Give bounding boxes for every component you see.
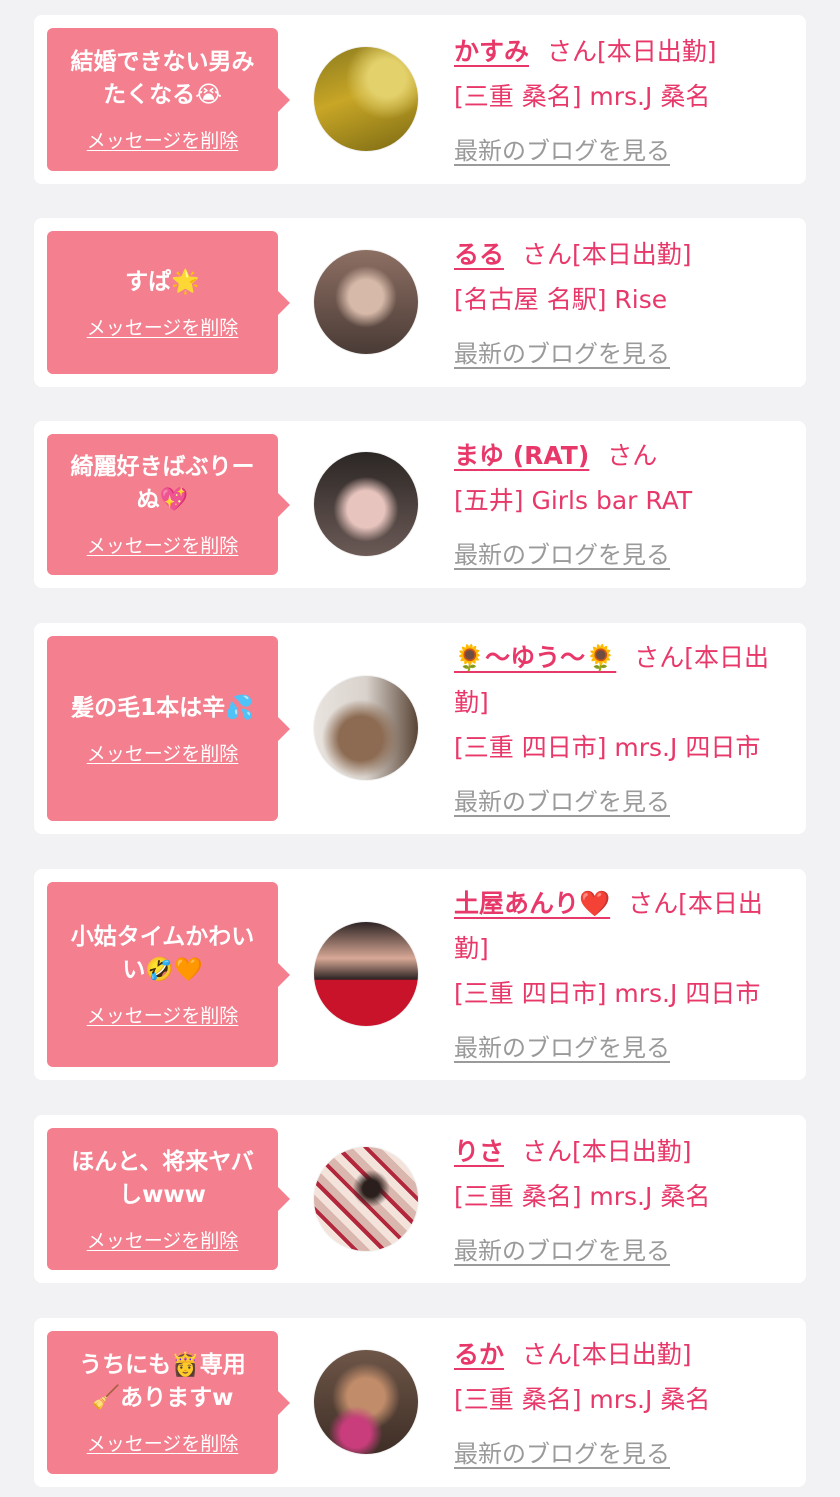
shop-location: [三重 桑名] mrs.J 桑名 bbox=[454, 82, 711, 111]
cast-name-link[interactable]: るか bbox=[454, 1340, 504, 1369]
latest-blog-link[interactable]: 最新のブログを見る bbox=[454, 1026, 670, 1071]
cast-info: りさ さん[本日出勤] [三重 桑名] mrs.J 桑名 最新のブログを見る bbox=[454, 1129, 788, 1274]
message-bubble: うちにも👸専用 🧹ありますw メッセージを削除 bbox=[47, 1331, 290, 1474]
delete-message-link[interactable]: メッセージを削除 bbox=[87, 531, 239, 558]
cast-info: 🌻〜ゆう〜🌻 さん[本日出勤] [三重 四日市] mrs.J 四日市 最新のブログ… bbox=[454, 635, 788, 825]
status-text: [本日出勤] bbox=[572, 240, 692, 269]
delete-message-link[interactable]: メッセージを削除 bbox=[87, 1226, 239, 1253]
message-text: 綺麗好きばぶりー ぬ💖 bbox=[71, 451, 255, 517]
message-line2: たくなる😭 bbox=[103, 82, 222, 108]
message-card: 綺麗好きばぶりー ぬ💖 メッセージを削除 まゆ (RAT) さん [五井] Gir… bbox=[34, 421, 806, 588]
message-text: 小姑タイムかわい い🤣🧡 bbox=[71, 921, 255, 987]
delete-message-link[interactable]: メッセージを削除 bbox=[87, 1429, 239, 1456]
shop-location: [三重 桑名] mrs.J 桑名 bbox=[454, 1385, 711, 1414]
message-card: うちにも👸専用 🧹ありますw メッセージを削除 るか さん[本日出勤] [三重 桑… bbox=[34, 1318, 806, 1487]
message-bubble: 小姑タイムかわい い🤣🧡 メッセージを削除 bbox=[47, 882, 290, 1067]
message-text: うちにも👸専用 🧹ありますw bbox=[79, 1349, 246, 1415]
honorific: さん bbox=[628, 889, 679, 918]
profile-avatar[interactable] bbox=[314, 452, 418, 556]
message-card: 髪の毛1本は辛💦 メッセージを削除 🌻〜ゆう〜🌻 さん[本日出勤] [三重 四日市… bbox=[34, 623, 806, 834]
message-text: 髪の毛1本は辛💦 bbox=[71, 692, 254, 725]
message-list: 結婚できない男み たくなる😭 メッセージを削除 かすみ さん[本日出勤] [三重 … bbox=[0, 0, 840, 1497]
delete-message-link[interactable]: メッセージを削除 bbox=[87, 1001, 239, 1028]
cast-name-link[interactable]: まゆ (RAT) bbox=[454, 441, 589, 470]
message-line1: 小姑タイムかわい bbox=[70, 924, 255, 950]
status-text: [本日出勤] bbox=[572, 1137, 692, 1166]
cast-info: かすみ さん[本日出勤] [三重 桑名] mrs.J 桑名 最新のブログを見る bbox=[454, 29, 788, 174]
cast-info: まゆ (RAT) さん [五井] Girls bar RAT 最新のブログを見る bbox=[454, 433, 788, 578]
message-bubble: すぱ🌟 メッセージを削除 bbox=[47, 231, 290, 374]
message-card: すぱ🌟 メッセージを削除 るる さん[本日出勤] [名古屋 名駅] Rise 最新… bbox=[34, 218, 806, 387]
latest-blog-link[interactable]: 最新のブログを見る bbox=[454, 129, 670, 174]
profile-avatar[interactable] bbox=[314, 676, 418, 780]
message-line1: すぱ🌟 bbox=[125, 268, 200, 295]
delete-message-link[interactable]: メッセージを削除 bbox=[87, 313, 239, 340]
message-card: 小姑タイムかわい い🤣🧡 メッセージを削除 土屋あんり❤️ さん[本日出勤] [三… bbox=[34, 869, 806, 1080]
shop-location: [三重 四日市] mrs.J 四日市 bbox=[454, 979, 761, 1008]
delete-message-link[interactable]: メッセージを削除 bbox=[87, 739, 239, 766]
message-line1: ほんと、将来ヤバ bbox=[71, 1148, 254, 1175]
honorific: さん bbox=[634, 643, 685, 672]
latest-blog-link[interactable]: 最新のブログを見る bbox=[454, 780, 670, 825]
message-line1: うちにも👸専用 bbox=[79, 1352, 246, 1378]
profile-avatar[interactable] bbox=[314, 1350, 418, 1454]
message-text: ほんと、将来ヤバ しwww bbox=[71, 1146, 254, 1212]
message-line1: 髪の毛1本は辛💦 bbox=[71, 694, 254, 721]
latest-blog-link[interactable]: 最新のブログを見る bbox=[454, 533, 670, 578]
message-line2: い🤣🧡 bbox=[122, 957, 203, 983]
cast-name-link[interactable]: かすみ bbox=[454, 37, 529, 66]
cast-info: 土屋あんり❤️ さん[本日出勤] [三重 四日市] mrs.J 四日市 最新のブロ… bbox=[454, 881, 788, 1071]
cast-name-link[interactable]: りさ bbox=[454, 1137, 504, 1166]
cast-info: るか さん[本日出勤] [三重 桑名] mrs.J 桑名 最新のブログを見る bbox=[454, 1332, 788, 1477]
cast-name-link[interactable]: 土屋あんり❤️ bbox=[454, 889, 610, 918]
message-line2: しwww bbox=[119, 1181, 206, 1208]
profile-avatar[interactable] bbox=[314, 922, 418, 1026]
status-text: [本日出勤] bbox=[572, 1340, 692, 1369]
message-bubble: 髪の毛1本は辛💦 メッセージを削除 bbox=[47, 636, 290, 821]
cast-name-link[interactable]: 🌻〜ゆう〜🌻 bbox=[454, 643, 616, 672]
latest-blog-link[interactable]: 最新のブログを見る bbox=[454, 332, 670, 377]
message-text: すぱ🌟 bbox=[125, 266, 200, 299]
delete-message-link[interactable]: メッセージを削除 bbox=[87, 126, 239, 153]
message-line1: 結婚できない男み bbox=[70, 49, 255, 75]
profile-avatar[interactable] bbox=[314, 250, 418, 354]
shop-location: [三重 四日市] mrs.J 四日市 bbox=[454, 733, 761, 762]
message-bubble: 結婚できない男み たくなる😭 メッセージを削除 bbox=[47, 28, 290, 171]
message-line2: 🧹ありますw bbox=[91, 1385, 234, 1411]
latest-blog-link[interactable]: 最新のブログを見る bbox=[454, 1229, 670, 1274]
profile-avatar[interactable] bbox=[314, 1147, 418, 1251]
honorific: さん bbox=[522, 1137, 573, 1166]
status-text: [本日出勤] bbox=[597, 37, 717, 66]
shop-location: [三重 桑名] mrs.J 桑名 bbox=[454, 1182, 711, 1211]
shop-location: [名古屋 名駅] Rise bbox=[454, 285, 668, 314]
cast-name-link[interactable]: るる bbox=[454, 240, 504, 269]
message-text: 結婚できない男み たくなる😭 bbox=[71, 46, 255, 112]
message-card: ほんと、将来ヤバ しwww メッセージを削除 りさ さん[本日出勤] [三重 桑名… bbox=[34, 1115, 806, 1283]
message-card: 結婚できない男み たくなる😭 メッセージを削除 かすみ さん[本日出勤] [三重 … bbox=[34, 15, 806, 184]
honorific: さん bbox=[547, 37, 598, 66]
honorific: さん bbox=[522, 1340, 573, 1369]
cast-info: るる さん[本日出勤] [名古屋 名駅] Rise 最新のブログを見る bbox=[454, 232, 788, 377]
latest-blog-link[interactable]: 最新のブログを見る bbox=[454, 1432, 670, 1477]
message-bubble: 綺麗好きばぶりー ぬ💖 メッセージを削除 bbox=[47, 434, 290, 575]
honorific: さん bbox=[522, 240, 573, 269]
honorific: さん bbox=[607, 441, 658, 470]
message-line1: 綺麗好きばぶりー bbox=[70, 454, 255, 480]
message-line2: ぬ💖 bbox=[136, 487, 189, 513]
message-bubble: ほんと、将来ヤバ しwww メッセージを削除 bbox=[47, 1128, 290, 1270]
profile-avatar[interactable] bbox=[314, 47, 418, 151]
shop-location: [五井] Girls bar RAT bbox=[454, 486, 693, 515]
